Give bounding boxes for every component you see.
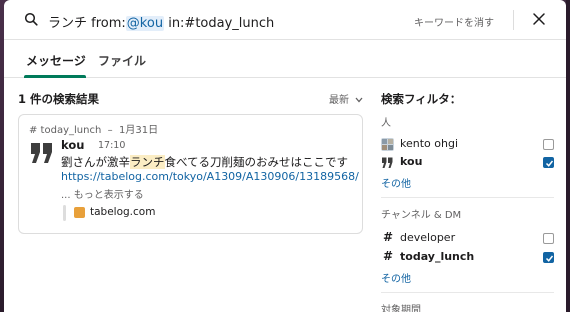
channels-section-label: チャンネル & DM: [381, 210, 462, 221]
divider: [381, 197, 554, 198]
people-section-label: 人: [381, 118, 391, 129]
person-name: kento ohgi: [400, 137, 458, 150]
result-meta: # today_lunch – 1月31日: [29, 121, 158, 136]
avatar[interactable]: [29, 139, 55, 165]
channel-hash-icon: #: [383, 230, 394, 244]
avatar-icon: [381, 156, 394, 169]
tabelog-favicon-icon: [74, 207, 85, 218]
result-channel[interactable]: # today_lunch: [29, 125, 101, 136]
message-time[interactable]: 17:10: [98, 140, 125, 151]
result-date: 1月31日: [119, 125, 159, 136]
message-text: 劉さんが激辛ランチ食べてる刀削麺のおみせはここです: [61, 154, 348, 170]
clear-keywords-button[interactable]: キーワードを消す: [414, 14, 494, 29]
channel-checkbox-checked[interactable]: [543, 252, 554, 263]
divider: [513, 10, 514, 30]
query-from-modifier: from:: [91, 16, 126, 31]
channels-more-link[interactable]: その他: [381, 270, 411, 285]
close-icon[interactable]: [532, 12, 546, 26]
sort-label: 最新: [329, 95, 349, 106]
checkmark-icon: [545, 160, 554, 167]
attachment-bar: [63, 205, 66, 221]
search-bar[interactable]: ランチ from:@kou in:#today_lunch キーワードを消す: [4, 0, 566, 40]
keyword-highlight: ランチ: [130, 155, 165, 169]
person-checkbox[interactable]: [543, 139, 554, 150]
results-count-heading: 1 件の検索結果: [18, 92, 100, 106]
channel-checkbox[interactable]: [543, 233, 554, 244]
period-section-label: 対象期間: [381, 305, 421, 312]
person-name: kou: [400, 155, 423, 168]
meta-separator: –: [107, 125, 113, 136]
filter-person-kento-ohgi[interactable]: kento ohgi: [381, 136, 554, 154]
result-tabs: メッセージ ファイル: [4, 40, 566, 78]
filter-person-kou[interactable]: kou: [381, 154, 554, 172]
filter-heading: 検索フィルタ：: [381, 92, 462, 106]
background-window-edge-right: [566, 0, 570, 312]
message-author[interactable]: kou: [61, 138, 84, 152]
query-from-user: @kou: [125, 16, 165, 31]
message-text-after: 食べてる刀削麺のおみせはここです: [164, 155, 349, 169]
tab-files[interactable]: ファイル: [98, 52, 146, 69]
channel-name: today_lunch: [400, 250, 475, 263]
checkmark-icon: [545, 255, 554, 262]
search-result-card[interactable]: # today_lunch – 1月31日 kou 17:10 劉さんが激辛ラン…: [18, 114, 363, 234]
filter-channel-developer[interactable]: # developer: [381, 230, 554, 248]
person-avatar-icon: [381, 138, 394, 151]
search-icon: [24, 12, 38, 26]
show-more-link[interactable]: ... もっと表示する: [61, 186, 144, 201]
active-tab-indicator: [24, 75, 86, 78]
chevron-down-icon: [355, 97, 363, 103]
sort-dropdown[interactable]: 最新: [329, 91, 363, 106]
channel-hash-icon: #: [383, 249, 394, 263]
message-text-before: 劉さんが激辛: [61, 155, 130, 169]
person-checkbox-checked[interactable]: [543, 157, 554, 168]
tab-messages[interactable]: メッセージ: [26, 52, 86, 69]
search-query[interactable]: ランチ from:@kou in:#today_lunch: [48, 12, 274, 31]
filter-channel-today-lunch[interactable]: # today_lunch: [381, 249, 554, 267]
query-in-channel: in:#today_lunch: [168, 16, 275, 31]
divider: [381, 292, 554, 293]
query-keyword: ランチ: [48, 16, 88, 31]
message-link[interactable]: https://tabelog.com/tokyo/A1309/A130906/…: [61, 170, 359, 183]
people-more-link[interactable]: その他: [381, 175, 411, 190]
attachment-source[interactable]: tabelog.com: [90, 206, 155, 218]
channel-name: developer: [400, 231, 456, 244]
search-modal: ランチ from:@kou in:#today_lunch キーワードを消す メ…: [4, 0, 566, 312]
